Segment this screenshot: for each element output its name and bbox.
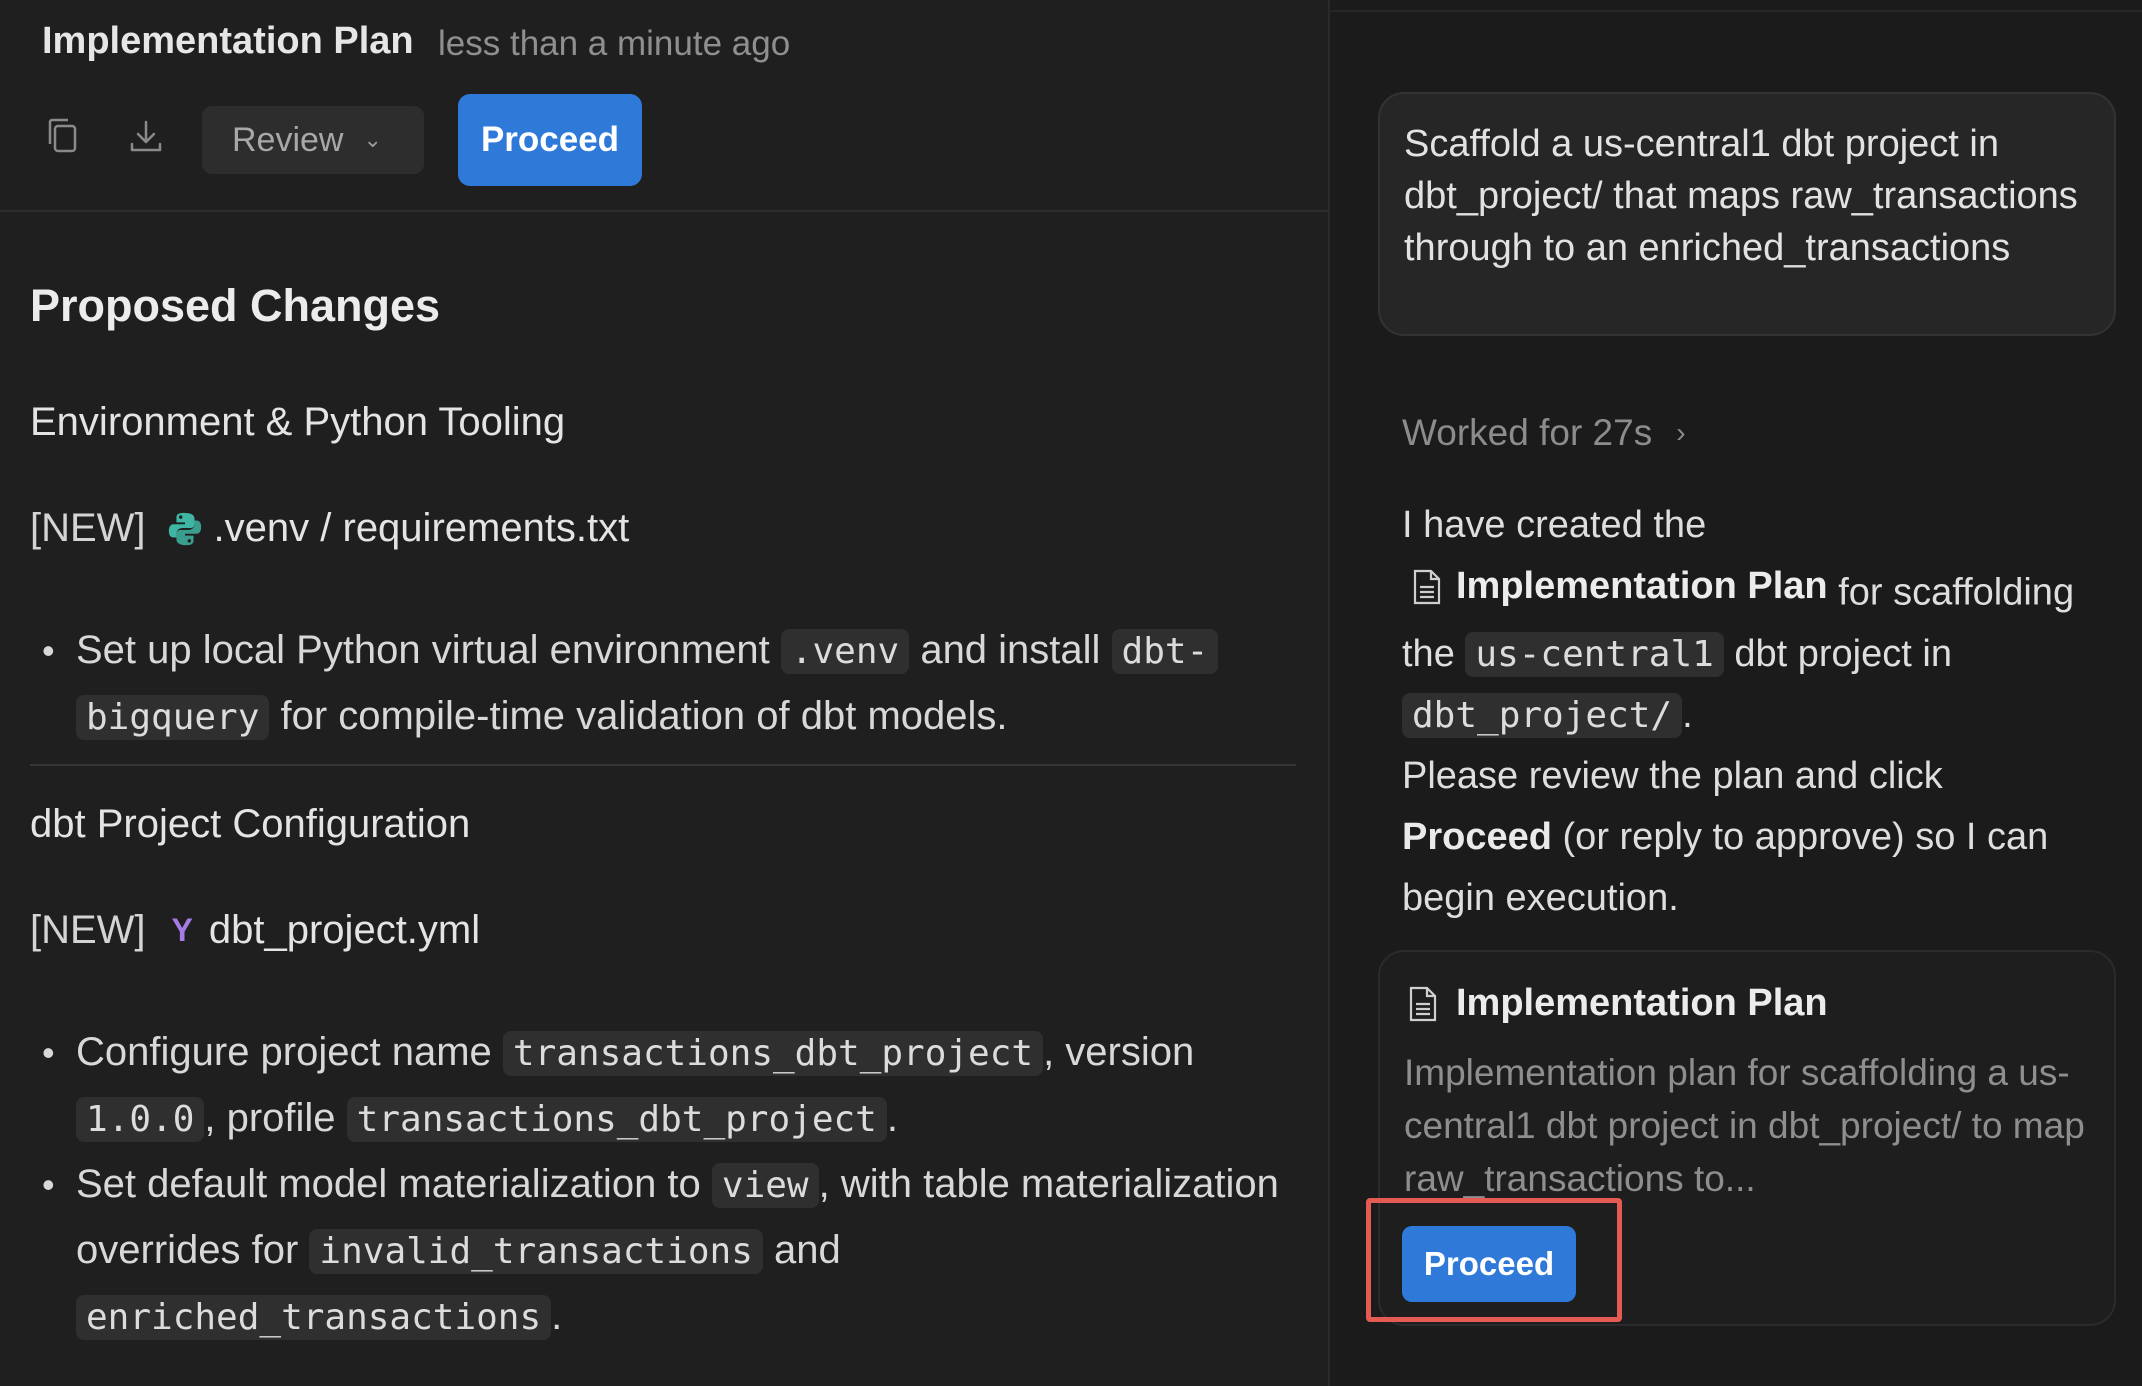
- inline-code: us-central1: [1465, 631, 1724, 677]
- bullet-text: Set up local Python virtual environment …: [76, 618, 1300, 750]
- worked-toggle[interactable]: Worked for 27s ›: [1402, 412, 1686, 454]
- artifact-title: Implementation Plan: [1408, 982, 1828, 1025]
- chevron-right-icon: ›: [1676, 417, 1686, 448]
- file-entry[interactable]: [NEW] Y dbt_project.yml: [30, 908, 480, 953]
- download-icon[interactable]: [126, 116, 166, 156]
- chevron-down-icon: ⌄: [363, 127, 382, 152]
- pane-divider: [1330, 10, 2142, 12]
- plan-title: Implementation Plan: [42, 20, 414, 62]
- doc-heading: Proposed Changes: [30, 280, 441, 331]
- python-icon: [166, 510, 204, 548]
- section-title: Environment & Python Tooling: [30, 400, 566, 444]
- file-tag: [NEW]: [30, 506, 146, 550]
- yaml-icon: Y: [171, 912, 193, 948]
- copy-icon[interactable]: [44, 116, 84, 156]
- document-icon: [1409, 986, 1437, 1021]
- bullet-text: Set default model materialization to vie…: [76, 1162, 1279, 1340]
- file-tag: [NEW]: [30, 908, 146, 952]
- section-title: dbt Project Configuration: [30, 802, 471, 846]
- user-prompt-card[interactable]: Scaffold a us-central1 dbt project in db…: [1378, 92, 2116, 336]
- document-icon: [1413, 569, 1441, 604]
- assistant-reply: I have created the Implementation Plan f…: [1402, 504, 2075, 919]
- user-prompt-text: Scaffold a us-central1 dbt project in db…: [1404, 123, 2078, 269]
- plan-link[interactable]: Implementation Plan: [1412, 556, 1828, 617]
- review-label: Review: [232, 120, 344, 159]
- worked-label: Worked for 27s: [1402, 412, 1653, 453]
- inline-code: dbt_project/: [1402, 692, 1683, 738]
- review-dropdown[interactable]: Review ⌄: [202, 106, 424, 174]
- file-entry[interactable]: [NEW] .venv / requirements.txt: [30, 506, 629, 551]
- plan-pane: Implementation Plan less than a minute a…: [0, 0, 1328, 1386]
- plan-header: Implementation Plan less than a minute a…: [0, 0, 1328, 212]
- proceed-button[interactable]: Proceed: [458, 94, 642, 186]
- chat-pane: Scaffold a us-central1 dbt project in db…: [1328, 0, 2142, 1386]
- prompt-fade: [1380, 264, 2114, 334]
- artifact-description: Implementation plan for scaffolding a us…: [1404, 1052, 2085, 1199]
- plan-timestamp: less than a minute ago: [438, 24, 791, 63]
- list-item: • Set up local Python virtual environmen…: [30, 618, 1300, 750]
- file-name: .venv / requirements.txt: [213, 506, 630, 550]
- file-name: dbt_project.yml: [208, 908, 481, 952]
- bullet-text: Configure project name transactions_dbt_…: [76, 1030, 1195, 1142]
- list-item: • Configure project name transactions_db…: [30, 1020, 1300, 1152]
- section-divider: [30, 764, 1296, 766]
- artifact-proceed-button[interactable]: Proceed: [1402, 1226, 1576, 1302]
- list-item: • Set default model materialization to v…: [30, 1152, 1300, 1350]
